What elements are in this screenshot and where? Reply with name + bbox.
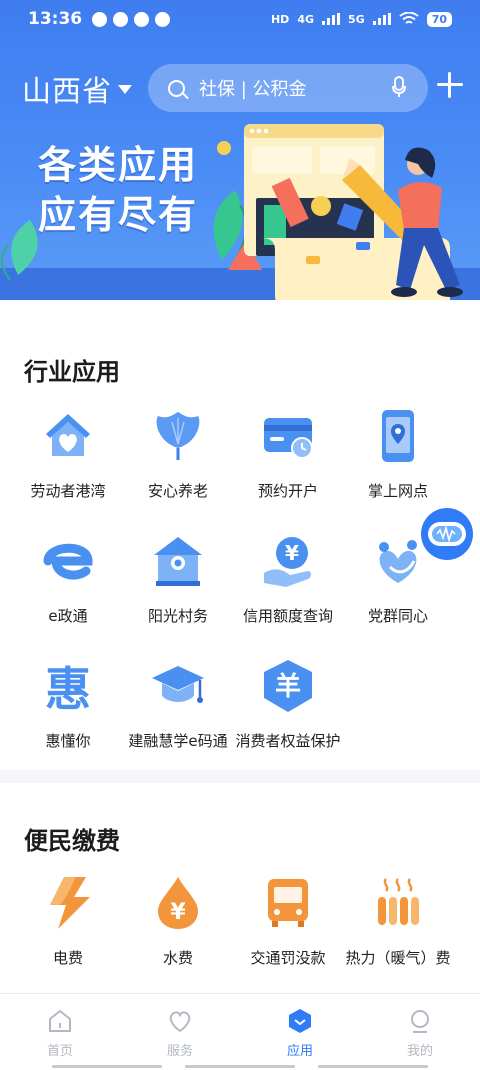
industry-title: 行业应用 — [24, 358, 120, 386]
app-label: 预约开户 — [257, 482, 318, 500]
home-indicator-segment — [318, 1065, 428, 1068]
status-right: HD 4G 5G 70 — [270, 11, 452, 27]
app-label: 阳光村务 — [147, 607, 208, 625]
graduation-cap-icon — [152, 666, 204, 703]
app-e-government[interactable]: e政通 — [8, 533, 128, 626]
banner-slogan: 各类应用 应有尽有 — [38, 140, 198, 240]
svg-text:羊: 羊 — [275, 671, 301, 702]
app-mobile-branch[interactable]: 掌上网点 — [338, 408, 458, 501]
notification-icons — [92, 11, 171, 27]
pay-heating[interactable]: 热力（暖气）费 — [338, 875, 458, 968]
app-label: 交通罚没款 — [250, 949, 326, 967]
app-consumer-protection[interactable]: 羊 消费者权益保护 — [228, 658, 348, 751]
pay-electricity[interactable]: 电费 — [8, 875, 128, 968]
pay-water[interactable]: ¥ 水费 — [118, 875, 238, 968]
app-credit-query[interactable]: ¥ 信用额度查询 — [228, 533, 348, 626]
network-4g: 4G — [297, 12, 314, 26]
signal-icon — [322, 13, 340, 25]
app-k-icon — [92, 11, 108, 27]
svg-text:¥: ¥ — [170, 900, 186, 925]
pay-traffic-fine[interactable]: 交通罚没款 — [228, 875, 348, 968]
signal-icon-2 — [372, 13, 391, 25]
assistant-robot-icon[interactable] — [414, 502, 480, 566]
province-label: 山西省 — [22, 74, 113, 108]
hero-banner: 13:36 HD 4G 5G 70 山西省 社保 | 公积金 各类应用 应有尽有 — [0, 0, 480, 300]
status-time: 13:36 — [28, 9, 83, 29]
home-indicator-segment — [52, 1065, 162, 1068]
ginkgo-leaf-icon — [156, 412, 200, 460]
search-icon — [168, 79, 185, 97]
app-elderly-care[interactable]: 安心养老 — [118, 408, 238, 501]
app-label: 安心养老 — [147, 482, 208, 500]
home-indicator-segment — [185, 1065, 295, 1068]
home-icon — [49, 1009, 71, 1032]
wifi-icon — [399, 12, 419, 24]
slogan-line-1: 各类应用 — [38, 143, 199, 187]
nav-apps[interactable]: 应用 — [240, 1008, 360, 1059]
compass-icon — [155, 11, 171, 27]
nav-services[interactable]: 服务 — [120, 1008, 240, 1059]
app-label: 党群同心 — [367, 607, 428, 625]
phone-location-icon — [382, 410, 414, 462]
app-label: 劳动者港湾 — [30, 482, 106, 500]
app-label: 建融慧学e码通 — [128, 732, 228, 750]
svg-text:惠: 惠 — [45, 662, 91, 714]
card-clock-icon — [264, 418, 313, 459]
app-label: 消费者权益保护 — [235, 732, 341, 750]
app-label: 热力（暖气）费 — [345, 949, 451, 967]
microphone-icon[interactable] — [392, 76, 406, 98]
app-smart-learning[interactable]: 建融慧学e码通 — [118, 658, 238, 751]
add-icon[interactable] — [437, 72, 463, 98]
nav-home[interactable]: 首页 — [0, 1008, 120, 1059]
app-label: 惠懂你 — [45, 732, 91, 750]
app-hui-dong-ni[interactable]: 惠 惠懂你 — [8, 658, 128, 751]
battery-level: 70 — [426, 11, 452, 27]
app-sunshine-village[interactable]: 阳光村务 — [118, 533, 238, 626]
top-bar: 山西省 社保 | 公积金 — [0, 64, 480, 114]
nav-label: 首页 — [46, 1044, 73, 1059]
nav-label: 服务 — [166, 1044, 193, 1059]
hd-indicator: HD — [270, 12, 290, 26]
shield-yang-icon: 羊 — [264, 660, 312, 712]
app-c-icon — [113, 11, 129, 27]
app-appointment-account[interactable]: 预约开户 — [228, 408, 348, 501]
search-placeholder: 社保 | 公积金 — [199, 79, 307, 100]
profile-icon — [411, 1010, 429, 1033]
radiator-icon — [378, 878, 419, 925]
yen-hand-icon: ¥ — [264, 537, 311, 587]
sun-house-icon — [154, 537, 202, 586]
status-bar: 13:36 HD 4G 5G 70 — [0, 0, 480, 38]
svg-text:¥: ¥ — [285, 541, 299, 565]
house-heart-icon — [46, 414, 90, 456]
caret-down-icon — [118, 84, 133, 94]
hui-character-icon: 惠 — [45, 662, 91, 714]
bottom-navigation: 首页 服务 应用 我的 — [0, 993, 480, 1070]
industry-apps-section: 行业应用 劳动者港湾 安心养老 预约开户 掌上网点 e政通 阳光村务 ¥ 信用额… — [0, 300, 480, 770]
app-label: e政通 — [48, 607, 88, 625]
payment-title: 便民缴费 — [24, 827, 120, 855]
app-label: 信用额度查询 — [242, 607, 333, 625]
nav-mine[interactable]: 我的 — [360, 1008, 480, 1059]
province-selector[interactable]: 山西省 — [22, 68, 133, 110]
app-laborer-harbor[interactable]: 劳动者港湾 — [8, 408, 128, 501]
bus-icon — [268, 879, 308, 927]
app-label: 水费 — [162, 949, 193, 967]
apps-icon — [289, 1009, 311, 1033]
search-bar[interactable]: 社保 | 公积金 — [148, 64, 428, 112]
heart-icon — [169, 1011, 191, 1033]
app-label: 电费 — [52, 949, 83, 967]
lightning-icon — [50, 877, 90, 929]
water-drop-yen-icon: ¥ — [158, 877, 198, 929]
nav-label: 我的 — [406, 1044, 433, 1059]
app-label: 掌上网点 — [367, 482, 428, 500]
slogan-line-2: 应有尽有 — [38, 193, 199, 237]
e-letter-icon — [43, 543, 93, 580]
nav-label: 应用 — [286, 1044, 313, 1059]
payment-section: 便民缴费 电费 ¥ 水费 交通罚没款 热力（暖气）费 — [0, 783, 480, 993]
weibo-icon — [134, 11, 150, 27]
network-5g: 5G — [348, 12, 365, 26]
